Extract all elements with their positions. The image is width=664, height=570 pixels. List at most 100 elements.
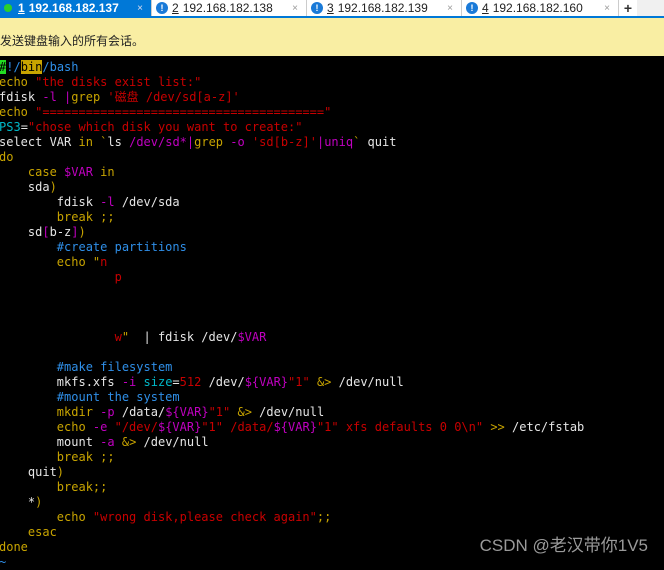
code-token: b-z [49, 225, 72, 239]
code-token: '磁盘 /dev/sd[a-z]' [107, 90, 240, 104]
code-token: ${VAR} [157, 420, 202, 434]
code-token: echo [0, 510, 93, 524]
tab-number: 3 [327, 1, 334, 15]
close-icon[interactable]: × [447, 3, 453, 14]
broadcast-notice-bar: 发送键盘输入的所有会话。 [0, 18, 664, 56]
code-token: ${VAR} [273, 420, 317, 434]
tab-session-3[interactable]: ! 3 192.168.182.139 × [307, 0, 462, 16]
code-token: break;; [0, 480, 108, 494]
tab-label: 192.168.182.138 [182, 1, 273, 15]
code-token: /bash [42, 60, 79, 74]
code-token: p [0, 270, 122, 284]
code-token: "the disks exist list:" [35, 75, 202, 89]
code-token: #create partitions [0, 240, 187, 254]
code-token: mkfs.xfs [0, 375, 122, 389]
code-token: ) [35, 495, 43, 509]
code-token: ~ [0, 555, 7, 569]
code-token: in [92, 165, 115, 179]
terminal-line: fdisk -l /dev/sda [0, 195, 584, 210]
close-icon[interactable]: × [137, 3, 143, 14]
code-token: * [0, 495, 36, 509]
terminal-line: ~ [0, 555, 584, 570]
code-token: $VAR [237, 330, 267, 344]
code-token: /dev/sda [114, 195, 180, 209]
new-tab-button[interactable]: + [619, 0, 637, 16]
code-token: "/dev/ [114, 420, 158, 434]
code-token: = [172, 375, 180, 389]
tab-session-2[interactable]: ! 2 192.168.182.138 × [152, 0, 307, 16]
code-token: "wrong disk,please check again" [92, 510, 317, 524]
code-token: /dev/sd* [129, 135, 187, 149]
terminal-line: #make filesystem [0, 360, 584, 375]
terminal-line: break;; [0, 480, 584, 495]
code-token: 512 [179, 375, 209, 389]
code-token: quit [0, 465, 57, 479]
code-token: !/ [6, 60, 21, 74]
code-token: mkdir [0, 405, 101, 419]
code-token: echo [0, 75, 36, 89]
warning-icon: ! [466, 2, 478, 14]
terminal-line: select VAR in `ls /dev/sd*|grep -o 'sd[b… [0, 135, 584, 150]
code-token: size [143, 375, 173, 389]
code-token: select VAR [0, 135, 79, 149]
code-token: #mount the system [0, 390, 180, 404]
code-token: /dev/null [259, 405, 325, 419]
terminal-line: echo -e "/dev/${VAR}"1" /data/${VAR}"1" … [0, 420, 584, 435]
terminal-line: w" | fdisk /dev/$VAR [0, 330, 584, 345]
code-token: = [20, 120, 28, 134]
code-token: ${VAR} [244, 375, 289, 389]
code-token: " [121, 330, 130, 344]
terminal-output[interactable]: #!/bin/bashecho "the disks exist list:"f… [0, 60, 584, 570]
code-token: "1" [288, 375, 310, 389]
code-token: &> [121, 435, 144, 449]
code-token: mount [0, 435, 101, 449]
terminal-line: sda) [0, 180, 584, 195]
terminal-line: echo "the disks exist list:" [0, 75, 584, 90]
code-token: done [0, 540, 28, 554]
notice-text: 发送键盘输入的所有会话。 [0, 34, 145, 48]
code-token: sd [0, 225, 43, 239]
code-token: echo [0, 420, 93, 434]
close-icon[interactable]: × [292, 3, 298, 14]
tab-label: 192.168.182.160 [492, 1, 583, 15]
terminal-line: echo "==================================… [0, 105, 584, 120]
code-token: PS3 [0, 120, 21, 134]
code-token: n [100, 255, 108, 269]
code-token: /dev/ [208, 375, 245, 389]
warning-icon: ! [156, 2, 168, 14]
terminal-line: sd[b-z]) [0, 225, 584, 240]
code-token: sda [0, 180, 50, 194]
tab-bar: 1 192.168.182.137 × ! 2 192.168.182.138 … [0, 0, 664, 18]
code-token: ;; [316, 510, 332, 524]
terminal-line: *) [0, 495, 584, 510]
code-token: [ [42, 225, 50, 239]
code-token: -a [100, 435, 122, 449]
code-token: &> [309, 375, 339, 389]
terminal-line: #mount the system [0, 390, 584, 405]
tab-session-4[interactable]: ! 4 192.168.182.160 × [462, 0, 619, 16]
terminal-line: mount -a &> /dev/null [0, 435, 584, 450]
close-icon[interactable]: × [604, 3, 610, 14]
code-token: break ;; [0, 450, 115, 464]
tab-label: 192.168.182.137 [28, 1, 119, 15]
code-token: in [78, 135, 101, 149]
code-token: "1" /data/ [201, 420, 274, 434]
code-token: #make filesystem [0, 360, 173, 374]
terminal-line: case $VAR in [0, 165, 584, 180]
code-token: "chose which disk you want to create:" [27, 120, 303, 134]
code-token: -l [42, 90, 65, 104]
code-token: ) [78, 225, 86, 239]
code-token: /dev/null [143, 435, 209, 449]
code-token: w [0, 330, 122, 344]
terminal-line: mkdir -p /data/${VAR}"1" &> /dev/null [0, 405, 584, 420]
tab-label: 192.168.182.139 [337, 1, 428, 15]
code-token: ls [107, 135, 130, 149]
terminal-line: quit) [0, 465, 584, 480]
code-token: ${VAR} [165, 405, 209, 419]
tab-session-1[interactable]: 1 192.168.182.137 × [0, 0, 152, 16]
terminal-line: break ;; [0, 450, 584, 465]
code-token: "1" xfs defaults 0 0\n" [316, 420, 484, 434]
code-token: /dev/null [338, 375, 404, 389]
